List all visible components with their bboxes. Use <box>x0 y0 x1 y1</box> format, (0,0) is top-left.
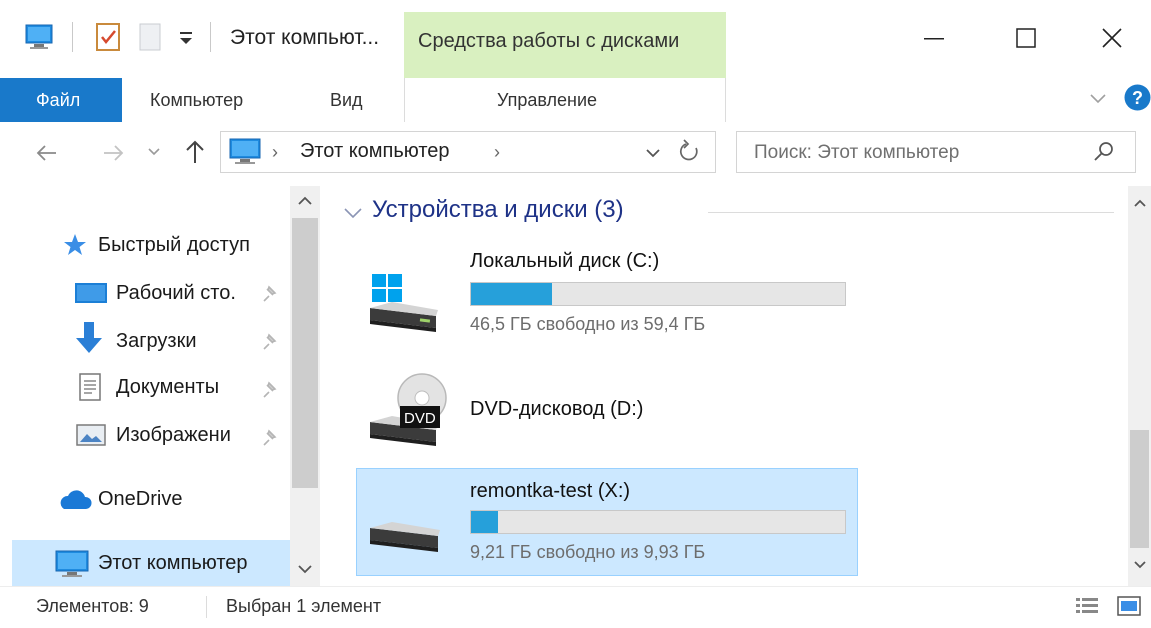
dvd-label: DVD <box>404 410 436 427</box>
windows-drive-icon[interactable] <box>362 272 442 343</box>
pictures-icon <box>76 422 106 453</box>
breadcrumb-separator[interactable]: › <box>494 142 500 163</box>
forward-arrow-icon <box>104 145 124 161</box>
breadcrumb-location[interactable]: Этот компьютер <box>300 140 450 163</box>
up-arrow-icon <box>186 140 204 163</box>
properties-icon[interactable] <box>94 22 122 57</box>
context-tab-title: Средства работы с дисками <box>418 30 680 52</box>
status-selection: Выбран 1 элемент <box>226 596 382 616</box>
recent-locations-icon[interactable] <box>146 144 162 165</box>
scroll-down-icon[interactable] <box>1132 558 1148 577</box>
nav-item-quick-access[interactable]: Быстрый доступ <box>98 234 250 257</box>
drive-icon[interactable] <box>364 514 444 565</box>
search-icon[interactable] <box>1092 140 1116 169</box>
window-title: Этот компьют... <box>230 26 380 49</box>
maximize-icon <box>1016 28 1036 48</box>
tab-manage[interactable]: Управление <box>497 78 597 122</box>
nav-item-onedrive[interactable]: OneDrive <box>98 488 182 511</box>
nav-item-pictures[interactable]: Изображени <box>116 424 231 447</box>
refresh-icon[interactable] <box>678 139 702 170</box>
back-button[interactable] <box>34 140 60 171</box>
group-collapse-icon[interactable] <box>342 204 364 227</box>
nav-item-documents[interactable]: Документы <box>116 376 219 399</box>
address-history-icon[interactable] <box>644 144 662 167</box>
group-divider <box>708 212 1114 213</box>
tiles-view-icon[interactable] <box>1116 594 1142 623</box>
address-bar[interactable] <box>220 131 716 173</box>
drive-free-space: 46,5 ГБ свободно из 59,4 ГБ <box>470 314 706 334</box>
tab-view[interactable]: Вид <box>330 78 363 122</box>
details-view-icon[interactable] <box>1074 594 1100 623</box>
minimize-icon <box>924 38 944 40</box>
computer-icon <box>228 136 262 171</box>
up-button[interactable] <box>182 138 208 171</box>
nav-item-this-pc[interactable]: Этот компьютер <box>98 552 248 575</box>
new-folder-icon[interactable] <box>138 22 164 57</box>
cloud-icon <box>56 488 92 517</box>
help-icon[interactable]: ? <box>1124 84 1151 116</box>
scroll-down-icon[interactable] <box>296 562 314 581</box>
close-button[interactable] <box>1066 0 1151 76</box>
content-scrollbar-thumb[interactable] <box>1130 430 1149 548</box>
tab-file[interactable]: Файл <box>0 78 122 122</box>
drive-usage-fill <box>471 283 553 305</box>
scroll-up-icon[interactable] <box>296 194 314 213</box>
drive-usage-bar <box>470 510 846 534</box>
drive-usage-bar <box>470 282 846 306</box>
group-header[interactable]: Устройства и диски (3) <box>372 196 624 224</box>
minimize-button[interactable] <box>888 0 980 76</box>
download-arrow-icon <box>74 320 104 361</box>
qat-dropdown-icon[interactable] <box>178 26 194 53</box>
drive-name[interactable]: DVD-дисковод (D:) <box>470 398 643 421</box>
maximize-button[interactable] <box>980 0 1072 76</box>
nav-item-desktop[interactable]: Рабочий сто. <box>116 282 236 305</box>
tab-computer[interactable]: Компьютер <box>150 78 243 122</box>
close-icon <box>1102 28 1122 48</box>
scroll-up-icon[interactable] <box>1132 196 1148 215</box>
star-icon <box>62 232 88 263</box>
breadcrumb-separator: › <box>272 142 278 162</box>
desktop-icon <box>74 280 108 311</box>
drive-usage-fill <box>471 511 499 533</box>
drive-free-space: 9,21 ГБ свободно из 9,93 ГБ <box>470 542 706 562</box>
pin-icon[interactable] <box>260 380 278 405</box>
search-input[interactable] <box>752 137 1086 169</box>
pin-icon[interactable] <box>260 284 278 309</box>
qat-separator <box>210 22 211 52</box>
forward-button[interactable] <box>100 140 126 171</box>
status-separator <box>206 596 207 618</box>
pin-icon[interactable] <box>260 332 278 357</box>
status-item-count: Элементов: 9 <box>36 596 149 616</box>
qat-separator <box>72 22 73 52</box>
document-icon <box>78 372 102 407</box>
drive-name[interactable]: Локальный диск (C:) <box>470 250 659 273</box>
nav-item-downloads[interactable]: Загрузки <box>116 330 197 353</box>
svg-text:?: ? <box>1132 88 1143 108</box>
computer-icon <box>54 548 90 583</box>
status-bar <box>0 586 1151 628</box>
pin-icon[interactable] <box>260 428 278 453</box>
expand-ribbon-icon[interactable] <box>1088 88 1108 113</box>
back-arrow-icon <box>36 145 56 161</box>
computer-icon[interactable] <box>24 22 54 57</box>
nav-scrollbar-thumb[interactable] <box>292 218 318 488</box>
drive-name[interactable]: remontka-test (X:) <box>470 480 630 503</box>
